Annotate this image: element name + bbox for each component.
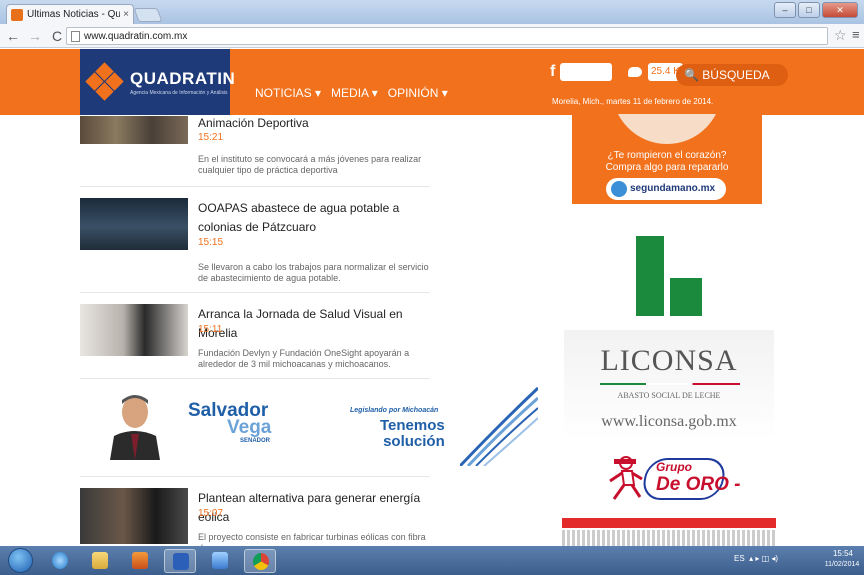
start-button[interactable]	[8, 548, 33, 573]
chrome-icon	[253, 553, 269, 570]
tab-close-icon[interactable]: ×	[123, 9, 129, 20]
ad-banner-senator[interactable]: Salvador Vega SENADOR Legislando por Mic…	[80, 384, 538, 466]
forward-button[interactable]: →	[26, 28, 44, 44]
liconsa-logo-icon	[636, 236, 664, 316]
divider	[80, 476, 430, 477]
close-window-button[interactable]: ✕	[822, 2, 858, 18]
main-nav: NOTICIAS ▾ MEDIA ▾ OPINIÓN ▾	[255, 86, 448, 100]
folder-icon	[92, 552, 108, 569]
word-icon	[173, 553, 189, 570]
news-thumbnail[interactable]	[80, 116, 188, 144]
news-item[interactable]: Plantean alternativa para generar energí…	[80, 488, 430, 553]
browser-tab[interactable]: Últimas Noticias - Quadr ×	[6, 4, 134, 24]
logo-tagline: Agencia Mexicana de Información y Anális…	[130, 89, 228, 96]
divider	[80, 292, 430, 293]
logo-diamond-icon	[85, 62, 124, 101]
news-item[interactable]: Arranca la Jornada de Salud Visual en Mo…	[80, 304, 430, 376]
facebook-count	[560, 63, 612, 81]
logo-name: QUADRATIN	[130, 68, 236, 88]
clock-date: 11/02/2014	[824, 561, 860, 568]
back-button[interactable]: ←	[4, 28, 22, 44]
minimize-button[interactable]: –	[774, 2, 796, 18]
runner-icon	[609, 456, 643, 500]
news-item[interactable]: OOAPAS abastece de agua potable a coloni…	[80, 198, 430, 290]
new-tab-button[interactable]	[133, 8, 163, 22]
ad-name-last: Vega	[227, 417, 272, 438]
window-controls: – □ ✕	[774, 2, 858, 18]
taskbar-chrome[interactable]	[244, 549, 276, 573]
news-summary: Fundación Devlyn y Fundación OneSight ap…	[198, 348, 410, 369]
liconsa-subtitle: ABASTO SOCIAL DE LECHE	[617, 391, 721, 400]
news-time: 15:21	[198, 132, 224, 143]
twitter-icon[interactable]	[626, 65, 646, 79]
taskbar-explorer[interactable]	[84, 549, 116, 573]
oro-line1: Grupo	[656, 460, 692, 474]
news-title[interactable]: OOAPAS abastece de agua potable a coloni…	[198, 199, 430, 237]
ad-grupo-de-oro[interactable]: Grupo De ORO -	[562, 450, 776, 546]
liconsa-flag-line	[600, 383, 740, 385]
media-player-icon	[132, 552, 148, 569]
news-summary: Se llevaron a cabo los trabajos para nor…	[198, 262, 429, 283]
liconsa-url: www.liconsa.gob.mx	[601, 413, 737, 430]
browser-toolbar: ← → C www.quadratin.com.mx ☆ ≡	[0, 24, 864, 48]
search-button[interactable]: 🔍 BÚSQUEDA	[676, 64, 788, 86]
news-summary: En el instituto se convocará a más jóven…	[198, 154, 422, 175]
ad-segundamano[interactable]: ¿Te rompieron el corazón? Compra algo pa…	[572, 114, 762, 204]
facebook-icon[interactable]: f	[550, 63, 560, 81]
news-thumbnail[interactable]	[80, 488, 188, 544]
reload-button[interactable]: C	[48, 28, 66, 44]
ad-seg-brand: segundamano.mx	[606, 178, 726, 200]
favicon-icon	[11, 8, 23, 21]
nav-noticias[interactable]: NOTICIAS ▾	[255, 86, 321, 100]
maximize-button[interactable]: □	[798, 2, 820, 18]
news-thumbnail[interactable]	[80, 304, 188, 356]
tray-icons: ▴ ▸ ◫ ◂)	[749, 554, 779, 563]
taskbar-media[interactable]	[124, 549, 156, 573]
taskbar-app5[interactable]	[204, 549, 236, 573]
social-links: f 25.4 K	[550, 63, 683, 81]
liconsa-logo-icon	[670, 278, 702, 316]
oro-line2: De ORO -	[656, 474, 741, 495]
ad-photo-icon	[110, 395, 160, 460]
news-title[interactable]: Arranca la Jornada de Salud Visual en Mo…	[198, 305, 430, 343]
news-thumbnail[interactable]	[80, 198, 188, 250]
nav-opinion[interactable]: OPINIÓN ▾	[388, 86, 448, 100]
ie-icon	[52, 552, 68, 569]
heart-icon	[612, 114, 722, 144]
liconsa-name: LICONSA	[600, 344, 738, 377]
news-time: 15:07	[198, 508, 224, 519]
nav-media[interactable]: MEDIA ▾	[331, 86, 378, 100]
ad-swoosh-icon	[460, 386, 538, 466]
clock-time: 15:54	[832, 549, 854, 558]
header-date: Morelia, Mich., martes 11 de febrero de …	[552, 97, 714, 106]
ad-seg-line2: Compra algo para repararlo	[605, 162, 729, 173]
news-time: 15:11	[198, 324, 223, 335]
taskbar-ie[interactable]	[44, 549, 76, 573]
ad-motto: Legislando por Michoacán	[350, 407, 439, 414]
ad-liconsa[interactable]: LICONSA ABASTO SOCIAL DE LECHE www.licon…	[564, 220, 774, 440]
taskbar-word[interactable]	[164, 549, 196, 573]
app-icon	[212, 552, 228, 569]
window-titlebar: Últimas Noticias - Quadr × – □ ✕	[0, 0, 864, 24]
news-time: 15:15	[198, 237, 224, 248]
brand-cube-icon	[611, 181, 627, 197]
url-text: www.quadratin.com.mx	[84, 30, 188, 42]
ad-role: SENADOR	[240, 438, 271, 444]
bookmark-star-icon[interactable]: ☆	[834, 27, 847, 44]
ad-slogan: Tenemos solución	[380, 417, 445, 450]
taskbar: ES ▴ ▸ ◫ ◂) 15:54 11/02/2014	[0, 546, 864, 575]
divider	[80, 186, 430, 187]
divider	[80, 378, 430, 379]
browser-menu-icon[interactable]: ≡	[852, 27, 860, 42]
tab-title: Últimas Noticias - Quadr	[27, 9, 121, 20]
news-item[interactable]: Animación Deportiva 15:21 En el institut…	[80, 104, 430, 182]
ad-seg-line1: ¿Te rompieron el corazón?	[607, 150, 727, 161]
system-tray[interactable]: ES ▴ ▸ ◫ ◂)	[734, 554, 778, 563]
page-icon	[71, 30, 80, 42]
address-bar[interactable]: www.quadratin.com.mx	[66, 27, 828, 45]
news-title[interactable]: Animación Deportiva	[198, 114, 430, 133]
news-title[interactable]: Plantean alternativa para generar energí…	[198, 489, 430, 527]
